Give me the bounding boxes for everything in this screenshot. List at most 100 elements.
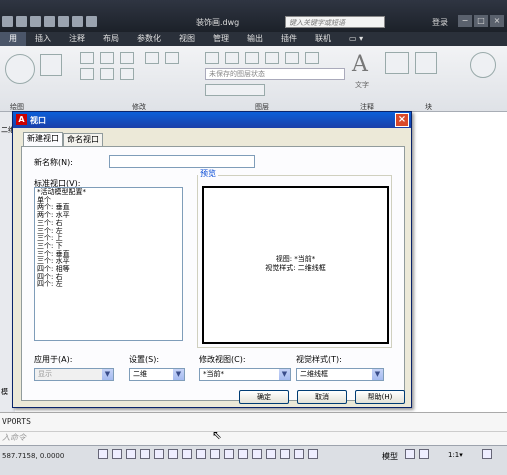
osnap-icon[interactable] bbox=[154, 449, 164, 459]
annotation-scale[interactable]: 1:1▾ bbox=[448, 451, 463, 459]
ribbon-tab-plugins[interactable]: 插件 bbox=[272, 32, 306, 46]
rotate-icon[interactable] bbox=[100, 52, 114, 64]
trim-icon[interactable] bbox=[120, 52, 134, 64]
ribbon-tab-manage[interactable]: 管理 bbox=[204, 32, 238, 46]
ok-button[interactable]: 确定 bbox=[239, 390, 289, 404]
copy-icon[interactable] bbox=[80, 68, 94, 80]
gizmo-icon[interactable] bbox=[294, 449, 304, 459]
save-icon[interactable] bbox=[16, 16, 27, 27]
layer-icon[interactable] bbox=[265, 52, 279, 64]
dialog-title-bar[interactable]: A 视口 × bbox=[13, 112, 411, 128]
visual-style-select[interactable]: 二维线框 ▼ bbox=[296, 368, 384, 381]
print-icon[interactable] bbox=[58, 16, 69, 27]
ortho-icon[interactable] bbox=[126, 449, 136, 459]
tab-named-viewports[interactable]: 命名视口 bbox=[63, 133, 103, 146]
ribbon-tab-home[interactable]: 用 bbox=[0, 32, 26, 46]
maximize-button[interactable]: □ bbox=[474, 15, 488, 27]
text-icon[interactable]: A bbox=[352, 52, 368, 77]
layer-icon[interactable] bbox=[245, 52, 259, 64]
ribbon-tab-layout[interactable]: 布局 bbox=[94, 32, 128, 46]
array-icon[interactable] bbox=[165, 52, 179, 64]
preview-label: 预览 bbox=[198, 168, 218, 179]
group-label-block: 块 bbox=[425, 103, 432, 111]
move-icon[interactable] bbox=[80, 52, 94, 64]
tab-new-viewports[interactable]: 新建视口 bbox=[23, 132, 63, 146]
layout-icon[interactable] bbox=[419, 449, 429, 459]
otrack-icon[interactable] bbox=[168, 449, 178, 459]
ribbon-tab-online[interactable]: 联机 bbox=[306, 32, 340, 46]
mouse-cursor-icon: ⇖ bbox=[212, 428, 223, 442]
ucs-icon[interactable] bbox=[280, 449, 290, 459]
help-button[interactable]: 帮助(H) bbox=[355, 390, 405, 404]
table-icon[interactable] bbox=[385, 52, 409, 74]
file-title: 装饰画.dwg bbox=[196, 18, 240, 27]
new-name-input[interactable] bbox=[109, 155, 255, 168]
polar-icon[interactable] bbox=[140, 449, 150, 459]
text-label: 文字 bbox=[355, 81, 369, 89]
dialog-close-button[interactable]: × bbox=[395, 113, 409, 127]
command-input[interactable]: 入命令 bbox=[0, 431, 507, 444]
model-tab-label[interactable]: 模 bbox=[1, 387, 8, 397]
redo-icon[interactable] bbox=[86, 16, 97, 27]
change-view-select[interactable]: *当前* ▼ bbox=[199, 368, 291, 381]
quick-properties-icon[interactable] bbox=[238, 449, 248, 459]
model-space-toggle[interactable]: 模型 bbox=[382, 451, 398, 462]
list-item[interactable]: *活动模型配置* bbox=[37, 188, 180, 197]
coordinates-readout: 587.7158, 0.0000 bbox=[2, 452, 65, 460]
properties-icon[interactable] bbox=[470, 52, 496, 78]
ribbon-panel: 未保存的图层状态 A 文字 绘图 修改 图层 注释 块 bbox=[0, 46, 507, 112]
layer-icon[interactable] bbox=[305, 52, 319, 64]
minimize-button[interactable]: − bbox=[458, 15, 472, 27]
preview-style-text: 视觉样式: 二维线框 bbox=[265, 264, 326, 272]
chevron-down-icon[interactable]: ▼ bbox=[173, 369, 184, 380]
annotation-monitor-icon[interactable] bbox=[266, 449, 276, 459]
list-item[interactable]: 四个: 左 bbox=[37, 281, 180, 289]
ribbon-tab-annotate[interactable]: 注释 bbox=[60, 32, 94, 46]
snap-icon[interactable] bbox=[98, 449, 108, 459]
ribbon-tab-parametric[interactable]: 参数化 bbox=[128, 32, 170, 46]
line-icon[interactable] bbox=[5, 54, 35, 84]
change-view-label: 修改视图(C): bbox=[199, 355, 246, 364]
ribbon-tab-more[interactable]: ▭ ▾ bbox=[340, 32, 372, 46]
apply-to-value: 显示 bbox=[38, 370, 52, 378]
mirror-icon[interactable] bbox=[100, 68, 114, 80]
undo-icon[interactable] bbox=[72, 16, 83, 27]
polyline-icon[interactable] bbox=[40, 54, 62, 76]
fillet-icon[interactable] bbox=[120, 68, 134, 80]
cancel-button[interactable]: 取消 bbox=[297, 390, 347, 404]
selection-cycling-icon[interactable] bbox=[252, 449, 262, 459]
setup-select[interactable]: 二维 ▼ bbox=[129, 368, 185, 381]
layer-state-dropdown[interactable]: 未保存的图层状态 bbox=[205, 68, 345, 80]
scale-icon[interactable] bbox=[145, 52, 159, 64]
open-icon[interactable] bbox=[2, 16, 13, 27]
insert-block-icon[interactable] bbox=[415, 52, 437, 74]
ribbon-tab-view[interactable]: 视图 bbox=[170, 32, 204, 46]
chevron-down-icon[interactable]: ▼ bbox=[372, 369, 383, 380]
layer-icon[interactable] bbox=[285, 52, 299, 64]
ducs-icon[interactable] bbox=[182, 449, 192, 459]
chevron-down-icon[interactable]: ▼ bbox=[279, 369, 290, 380]
lineweight-icon[interactable] bbox=[210, 449, 220, 459]
settings-icon[interactable] bbox=[482, 449, 492, 459]
layout-icon[interactable] bbox=[405, 449, 415, 459]
dialog-tabs: 新建视口 命名视口 bbox=[23, 132, 103, 146]
ribbon-tab-output[interactable]: 输出 bbox=[238, 32, 272, 46]
layer-toggle-icon[interactable] bbox=[205, 84, 265, 96]
viewport-preview[interactable]: 视图: *当前* 视觉样式: 二维线框 bbox=[202, 186, 389, 344]
visual-style-label: 视觉样式(T): bbox=[296, 355, 342, 364]
transparency-icon[interactable] bbox=[224, 449, 234, 459]
workspace-icon[interactable] bbox=[308, 449, 318, 459]
saveas-icon[interactable] bbox=[30, 16, 41, 27]
plot-icon[interactable] bbox=[44, 16, 55, 27]
standard-viewports-list[interactable]: *活动模型配置* 单个 两个: 垂直 两个: 水平 三个: 右 三个: 左 三个… bbox=[34, 187, 183, 341]
quick-access-toolbar[interactable] bbox=[2, 16, 97, 28]
close-button[interactable]: × bbox=[490, 15, 504, 27]
grid-icon[interactable] bbox=[112, 449, 122, 459]
layer-icon[interactable] bbox=[225, 52, 239, 64]
command-line: VPORTS 入命令 bbox=[0, 412, 507, 445]
ribbon-tab-insert[interactable]: 插入 bbox=[26, 32, 60, 46]
search-input[interactable]: 键入关键字或短语 bbox=[285, 16, 385, 28]
layer-properties-icon[interactable] bbox=[205, 52, 219, 64]
dyn-icon[interactable] bbox=[196, 449, 206, 459]
login-link[interactable]: 登录 bbox=[432, 17, 448, 28]
